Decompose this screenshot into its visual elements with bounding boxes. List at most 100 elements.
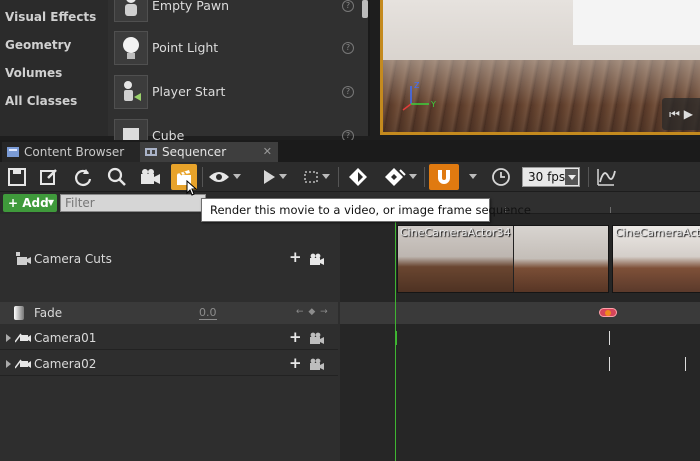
sequencer-toolbar: 30 fps (0, 162, 700, 196)
chevron-down-icon[interactable] (279, 174, 287, 179)
track-camera-cuts[interactable]: Camera Cuts + (0, 230, 338, 290)
asset-item-point-light[interactable]: Point Light ? (108, 28, 364, 68)
track-outliner: Camera Cuts + Fade 0.0 ← ◆ → Camera01 + … (0, 214, 340, 461)
expand-arrow-icon[interactable] (6, 360, 11, 368)
add-icon[interactable]: + (289, 354, 302, 372)
chevron-down-icon[interactable] (469, 174, 477, 179)
fade-value[interactable]: 0.0 (199, 306, 217, 320)
camera-icon[interactable] (310, 253, 324, 265)
selection-options-button[interactable] (298, 164, 324, 190)
asset-item-empty-pawn[interactable]: Empty Pawn ? (108, 0, 364, 26)
pawn-icon (114, 0, 148, 22)
playhead-line[interactable] (395, 214, 396, 461)
svg-text:Z: Z (414, 81, 420, 90)
camera-icon[interactable] (310, 332, 324, 344)
asset-label: Player Start (152, 84, 226, 99)
place-mode-categories: Visual Effects Geometry Volumes All Clas… (0, 0, 108, 136)
point-light-icon (114, 31, 148, 65)
render-movie-tooltip: Render this movie to a video, or image f… (201, 198, 531, 222)
key-icon (349, 168, 367, 186)
key-navigation[interactable]: ← ◆ → (296, 307, 329, 317)
track-camera01[interactable]: Camera01 + (0, 326, 338, 350)
curve-editor-button[interactable] (593, 164, 619, 190)
asset-item-player-start[interactable]: Player Start ? (108, 72, 364, 112)
snap-toggle-button[interactable] (429, 164, 459, 190)
eye-icon (209, 172, 229, 182)
tab-sequencer[interactable]: Sequencer ✕ (140, 142, 278, 162)
add-label: + Add (8, 196, 49, 210)
viewport-media-controls[interactable]: ⏮ ▶ (662, 98, 700, 130)
frame-rate-select[interactable]: 30 fps (522, 167, 580, 187)
camera02-keyframe[interactable] (609, 357, 610, 371)
expand-arrow-icon[interactable] (6, 334, 11, 342)
category-visual-effects[interactable]: Visual Effects (5, 10, 96, 24)
save-as-button[interactable] (36, 164, 62, 190)
track-label: Fade (34, 306, 63, 320)
axis-gizmo-icon: Z Y (402, 81, 436, 111)
help-icon[interactable]: ? (342, 86, 354, 98)
category-geometry[interactable]: Geometry (5, 38, 71, 52)
asset-label: Point Light (152, 40, 219, 55)
track-fade[interactable]: Fade 0.0 ← ◆ → (0, 302, 338, 324)
camera-icon[interactable] (310, 358, 324, 370)
top-panel: Visual Effects Geometry Volumes All Clas… (0, 0, 700, 153)
save-button[interactable] (4, 164, 30, 190)
search-button[interactable] (104, 164, 130, 190)
player-start-icon (114, 75, 148, 109)
close-icon[interactable]: ✕ (263, 142, 272, 162)
view-options-button[interactable] (206, 164, 232, 190)
sequencer-icon (145, 148, 157, 156)
add-icon[interactable]: + (289, 328, 302, 346)
refresh-button[interactable] (70, 164, 96, 190)
track-label: Camera02 (34, 357, 97, 371)
category-all-classes[interactable]: All Classes (5, 94, 77, 108)
fade-icon (14, 306, 24, 320)
content-browser-icon (7, 147, 19, 157)
tab-label: Sequencer (162, 145, 227, 159)
chevron-down-icon[interactable] (322, 174, 330, 179)
chevron-down-icon[interactable] (233, 174, 241, 179)
camera-cut-section[interactable]: CineCameraActor34 (397, 225, 609, 293)
tab-content-browser[interactable]: Content Browser (2, 142, 140, 162)
add-track-button[interactable]: + Add ▼ (3, 194, 57, 212)
camera-cut-label: CineCameraActor34 (400, 226, 511, 239)
camera01-keyframe[interactable] (609, 331, 610, 345)
save-as-icon (40, 169, 57, 185)
svg-text:Y: Y (430, 100, 436, 109)
clock-icon (492, 168, 510, 186)
asset-label: Empty Pawn (152, 0, 230, 13)
keyframe-options-button[interactable] (382, 164, 408, 190)
camera-cut-section[interactable]: CineCameraActor (612, 225, 700, 293)
frame-rate-value: 30 fps (528, 170, 566, 184)
help-icon[interactable]: ? (342, 0, 354, 12)
chevron-down-icon (565, 169, 578, 185)
refresh-icon (75, 169, 92, 186)
track-label: Camera01 (34, 331, 97, 345)
camera-cut-label: CineCameraActor (615, 226, 700, 239)
chevron-down-icon[interactable] (409, 174, 417, 179)
camera-cuts-icon (16, 252, 31, 265)
selection-icon (304, 171, 318, 183)
help-icon[interactable]: ? (342, 42, 354, 54)
category-volumes[interactable]: Volumes (5, 66, 62, 80)
key-button[interactable] (345, 164, 371, 190)
tab-bar: Content Browser Sequencer ✕ (0, 140, 700, 162)
cine-camera-icon (15, 359, 31, 369)
filter-input[interactable]: Filter (60, 194, 206, 212)
level-viewport[interactable]: Z Y ⏮ ▶ (380, 0, 700, 135)
track-label: Camera Cuts (34, 252, 112, 266)
sequencer-timeline[interactable]: CineCameraActor34 CineCameraActor (340, 192, 700, 461)
chevron-down-icon: ▼ (47, 198, 54, 207)
camera-button[interactable] (137, 164, 163, 190)
play-icon (264, 170, 275, 184)
camera01-keyframe[interactable] (396, 331, 397, 345)
track-camera02[interactable]: Camera02 + (0, 352, 338, 376)
cine-camera-icon (15, 333, 31, 343)
camera02-keyframe[interactable] (685, 357, 686, 371)
time-options-button[interactable] (488, 164, 514, 190)
mouse-cursor-icon (186, 180, 198, 196)
camera-icon (141, 169, 160, 184)
add-icon[interactable]: + (289, 248, 302, 266)
fade-keyframe[interactable] (599, 308, 617, 317)
viewport-window-light (573, 0, 700, 45)
